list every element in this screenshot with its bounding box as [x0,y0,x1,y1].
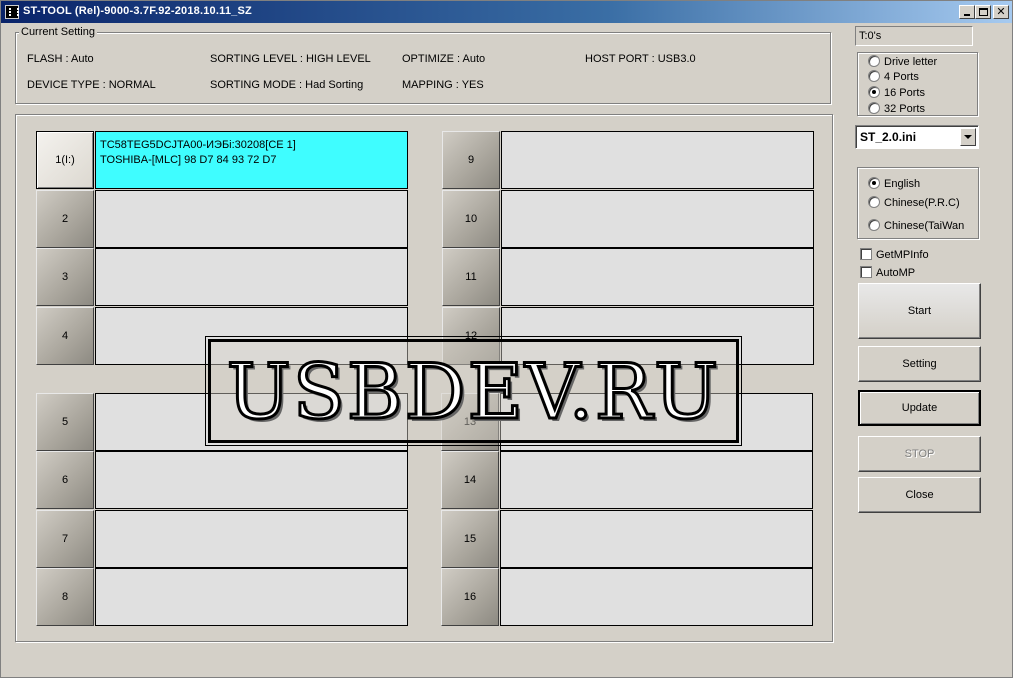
port-1-id-line: TOSHIBA-[MLC] 98 D7 84 93 72 D7 [100,154,277,166]
radio-chinese-prc-label: Chinese(P.R.C) [884,197,960,209]
watermark-text: USBDEV.RU [225,346,721,438]
setting-button[interactable]: Setting [858,346,981,382]
port-info-7 [95,510,408,568]
timer-display: T:0's [855,26,973,46]
app-icon [5,5,19,19]
main-window: ST-TOOL (Rel)-9000-3.7F.92-2018.10.11_SZ… [0,0,1013,678]
port-info-1: TC58TEG5DCJTA00-ИЭБі:30208[CE 1] TOSHIBA… [95,131,408,189]
radio-chinese-taiwan[interactable]: Chinese(TaiWan [868,219,964,232]
radio-indicator [868,196,880,208]
setting-host-port: HOST PORT : USB3.0 [585,53,696,65]
radio-chinese-prc[interactable]: Chinese(P.R.C) [868,196,960,209]
port-1-chip-line: TC58TEG5DCJTA00-ИЭБі:30208[CE 1] [100,139,296,151]
radio-indicator [868,70,880,82]
maximize-icon [979,8,988,16]
port-button-11[interactable]: 11 [442,248,500,306]
port-info-6 [95,451,408,509]
radio-indicator [868,55,880,67]
radio-drive-letter-label: Drive letter [884,56,938,68]
title-bar[interactable]: ST-TOOL (Rel)-9000-3.7F.92-2018.10.11_SZ… [1,1,1012,23]
minimize-icon [964,14,970,16]
port-button-6[interactable]: 6 [36,451,94,509]
radio-english-label: English [884,178,921,190]
port-button-5[interactable]: 5 [36,393,94,451]
close-icon: ✕ [996,5,1006,18]
radio-indicator-checked [868,86,880,98]
port-info-9 [501,131,814,189]
radio-16-ports-label: 16 Ports [884,87,925,99]
radio-indicator [868,102,880,114]
port-button-14[interactable]: 14 [441,451,499,509]
minimize-button[interactable] [959,5,975,19]
setting-flash: FLASH : Auto [27,53,94,65]
setting-optimize: OPTIMIZE : Auto [402,53,486,65]
current-setting-label: Current Setting [19,26,97,38]
port-info-16 [500,568,813,626]
port-button-15[interactable]: 15 [441,510,499,568]
current-setting-group [15,32,831,104]
ini-file-select[interactable]: ST_2.0.ini [855,125,979,149]
radio-drive-letter[interactable]: Drive letter [868,55,937,68]
port-button-8[interactable]: 8 [36,568,94,626]
port-info-15 [500,510,813,568]
getmpinfo-label: GetMPInfo [876,249,929,261]
setting-mapping: MAPPING : YES [402,79,484,91]
radio-32-ports[interactable]: 32 Ports [868,102,925,115]
radio-english[interactable]: English [868,177,920,190]
port-info-14 [500,451,813,509]
port-button-1[interactable]: 1(I:) [36,131,94,189]
radio-chinese-taiwan-label: Chinese(TaiWan [884,220,965,232]
port-info-11 [501,248,814,306]
setting-sorting-level: SORTING LEVEL : HIGH LEVEL [210,53,371,65]
checkbox-box [860,248,872,260]
close-window-button[interactable]: ✕ [993,5,1009,19]
port-button-10[interactable]: 10 [442,190,500,248]
port-button-3[interactable]: 3 [36,248,94,306]
port-button-2[interactable]: 2 [36,190,94,248]
watermark: USBDEV.RU [205,336,742,446]
automp-label: AutoMP [876,267,916,279]
port-info-3 [95,248,408,306]
port-info-10 [501,190,814,248]
getmpinfo-checkbox[interactable]: GetMPInfo [860,248,929,261]
radio-indicator [868,219,880,231]
chevron-down-icon[interactable] [960,128,976,146]
radio-indicator-checked [868,177,880,189]
radio-4-ports-label: 4 Ports [884,71,919,83]
close-button[interactable]: Close [858,477,981,513]
automp-checkbox[interactable]: AutoMP [860,266,915,279]
radio-16-ports[interactable]: 16 Ports [868,86,925,99]
ini-file-value: ST_2.0.ini [860,130,917,144]
start-button[interactable]: Start [858,283,981,339]
port-info-8 [95,568,408,626]
port-button-9[interactable]: 9 [442,131,500,189]
checkbox-box [860,266,872,278]
setting-sorting-mode: SORTING MODE : Had Sorting [210,79,364,91]
maximize-button[interactable] [975,5,991,19]
port-button-7[interactable]: 7 [36,510,94,568]
setting-device-type: DEVICE TYPE : NORMAL [27,79,156,91]
port-button-4[interactable]: 4 [36,307,94,365]
port-info-2 [95,190,408,248]
window-title: ST-TOOL (Rel)-9000-3.7F.92-2018.10.11_SZ [23,5,252,17]
port-button-16[interactable]: 16 [441,568,499,626]
radio-32-ports-label: 32 Ports [884,103,925,115]
stop-button[interactable]: STOP [858,436,981,472]
update-button[interactable]: Update [858,390,981,426]
radio-4-ports[interactable]: 4 Ports [868,70,919,83]
